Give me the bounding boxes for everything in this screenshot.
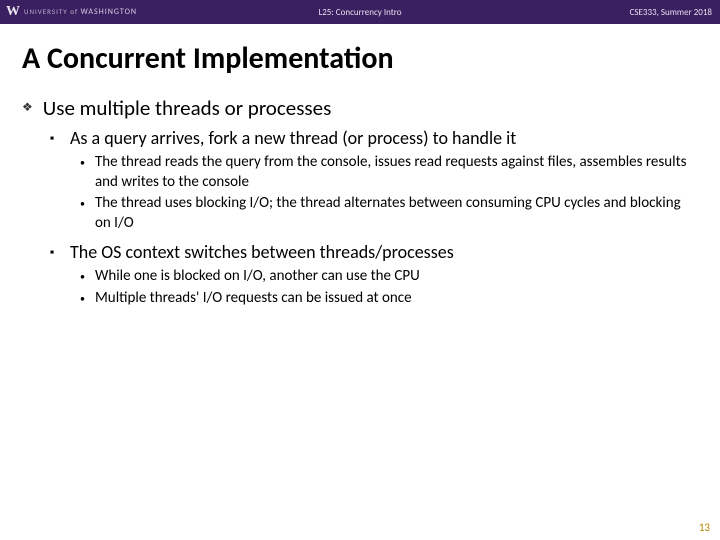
slide-title: A Concurrent Implementation [0, 24, 720, 87]
bullet-level3: • The thread uses blocking I/O; the thre… [80, 194, 698, 233]
logo-text-main: WASHINGTON [81, 7, 137, 17]
bullet-level1: ❖ Use multiple threads or processes [22, 95, 698, 121]
l3-text: Multiple threads' I/O requests can be is… [95, 289, 412, 309]
logo-w-icon: W [6, 4, 20, 20]
l3-text: The thread reads the query from the cons… [95, 153, 698, 192]
l3-text: While one is blocked on I/O, another can… [95, 267, 420, 287]
bullet-level2: ▪ The OS context switches between thread… [50, 241, 698, 265]
square-bullet-icon: ▪ [50, 241, 60, 265]
square-bullet-icon: ▪ [50, 127, 60, 151]
page-number: 13 [699, 521, 710, 534]
dot-bullet-icon: • [80, 289, 85, 309]
lecture-label: L25: Concurrency Intro [318, 7, 401, 18]
dot-bullet-icon: • [80, 194, 85, 214]
bullet-level3: • The thread reads the query from the co… [80, 153, 698, 192]
diamond-bullet-icon: ❖ [22, 95, 33, 121]
slide-content: ❖ Use multiple threads or processes ▪ As… [0, 95, 720, 309]
bullet-level3: • Multiple threads' I/O requests can be … [80, 289, 698, 309]
bullet-level3: • While one is blocked on I/O, another c… [80, 267, 698, 287]
l3-text: The thread uses blocking I/O; the thread… [95, 194, 698, 233]
bullet-level2: ▪ As a query arrives, fork a new thread … [50, 127, 698, 151]
slide-header: W UNIVERSITY of WASHINGTON L25: Concurre… [0, 0, 720, 24]
l2-text: The OS context switches between threads/… [70, 241, 454, 263]
l1-text: Use multiple threads or processes [43, 95, 332, 121]
logo-text-small: UNIVERSITY of [24, 7, 81, 16]
uw-logo: W UNIVERSITY of WASHINGTON [0, 4, 137, 20]
dot-bullet-icon: • [80, 153, 85, 173]
l2-text: As a query arrives, fork a new thread (o… [70, 127, 516, 149]
course-term: CSE333, Summer 2018 [630, 7, 712, 18]
logo-text: UNIVERSITY of WASHINGTON [24, 7, 137, 17]
dot-bullet-icon: • [80, 267, 85, 287]
